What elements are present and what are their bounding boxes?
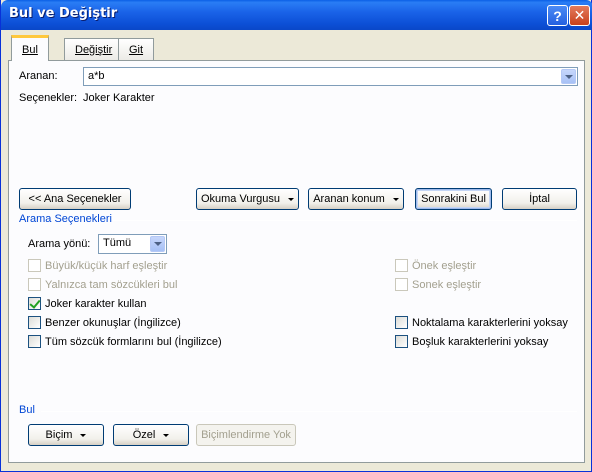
- find-in-button[interactable]: Aranan konum: [308, 188, 404, 210]
- match-case-checkbox[interactable]: [28, 259, 41, 272]
- ignore-whitespace-checkbox[interactable]: [395, 335, 408, 348]
- find-in-label: Aranan konum: [313, 193, 385, 205]
- dropdown-arrow-icon: [80, 433, 87, 437]
- options-value: Joker Karakter: [83, 92, 155, 104]
- tab-replace[interactable]: Değiştir: [64, 38, 124, 60]
- search-direction-label: Arama yönü:: [28, 238, 91, 250]
- find-section-title: Bul: [19, 404, 35, 416]
- match-suffix-checkbox[interactable]: [395, 278, 408, 291]
- use-wildcards-checkbox[interactable]: [28, 297, 41, 310]
- close-button[interactable]: ✕: [569, 5, 590, 26]
- search-options-separator: [113, 220, 577, 221]
- reading-highlight-label: Okuma Vurgusu: [200, 193, 281, 205]
- format-button[interactable]: Biçim: [28, 424, 104, 446]
- find-what-value: a*b: [88, 70, 105, 82]
- use-wildcards-label: Joker karakter kullan: [45, 298, 147, 310]
- special-label: Özel: [132, 429, 156, 441]
- no-formatting-label: Biçimlendirme Yok: [201, 429, 291, 441]
- dropdown-arrow-icon: [392, 197, 399, 201]
- tab-goto-label: Git: [129, 43, 144, 56]
- tab-replace-label: Değiştir: [75, 43, 113, 56]
- chevron-down-icon: [564, 74, 573, 79]
- ignore-whitespace-label: Boşluk karakterlerini yoksay: [412, 336, 549, 348]
- find-next-label: Sonrakini Bul: [421, 193, 486, 205]
- tab-goto[interactable]: Git: [118, 38, 155, 60]
- reading-highlight-button[interactable]: Okuma Vurgusu: [196, 188, 299, 210]
- help-icon: ?: [553, 7, 562, 24]
- find-next-button[interactable]: Sonrakini Bul: [415, 188, 492, 210]
- whole-words-checkbox[interactable]: [28, 278, 41, 291]
- options-label: Seçenekler:: [19, 92, 78, 104]
- ignore-punctuation-checkbox[interactable]: [395, 316, 408, 329]
- find-section-separator: [41, 411, 577, 412]
- format-label: Biçim: [45, 429, 73, 441]
- all-word-forms-label: Tüm sözcük formlarını bul (İngilizce): [45, 336, 222, 348]
- window-title: Bul ve Değiştir: [9, 6, 118, 21]
- search-direction-value: Tümü: [103, 237, 132, 249]
- match-case-label: Büyük/küçük harf eşleştir: [45, 260, 168, 272]
- sounds-like-checkbox[interactable]: [28, 316, 41, 329]
- match-prefix-label: Önek eşleştir: [412, 260, 477, 272]
- find-replace-dialog: Bul ve Değiştir ? ✕ Bul Değiştir Git Ara…: [0, 0, 592, 472]
- less-options-label: << Ana Seçenekler: [28, 193, 122, 205]
- find-what-label: Aranan:: [19, 70, 58, 82]
- search-options-title: Arama Seçenekleri: [19, 213, 112, 225]
- match-prefix-checkbox[interactable]: [395, 259, 408, 272]
- ignore-punctuation-label: Noktalama karakterlerini yoksay: [412, 317, 568, 329]
- sounds-like-label: Benzer okunuşlar (İngilizce): [45, 317, 181, 329]
- find-what-dropdown-button[interactable]: [561, 69, 576, 84]
- all-word-forms-checkbox[interactable]: [28, 335, 41, 348]
- dropdown-arrow-icon: [163, 433, 170, 437]
- chevron-down-icon: [153, 242, 162, 246]
- close-icon: ✕: [573, 7, 586, 23]
- no-formatting-button[interactable]: Biçimlendirme Yok: [196, 424, 296, 446]
- search-direction-dropdown-button[interactable]: [150, 236, 165, 252]
- dropdown-arrow-icon: [288, 197, 295, 201]
- whole-words-label: Yalnızca tam sözcükleri bul: [45, 279, 178, 291]
- tab-find-label: Bul: [22, 43, 38, 56]
- title-bar[interactable]: Bul ve Değiştir ? ✕: [1, 0, 592, 30]
- match-suffix-label: Sonek eşleştir: [412, 279, 482, 291]
- less-options-button[interactable]: << Ana Seçenekler: [19, 188, 131, 210]
- special-button[interactable]: Özel: [113, 424, 189, 446]
- cancel-button[interactable]: İptal: [502, 188, 577, 210]
- find-what-combobox[interactable]: a*b: [83, 67, 578, 86]
- help-button[interactable]: ?: [547, 5, 568, 26]
- tab-find[interactable]: Bul: [11, 35, 49, 61]
- search-direction-select[interactable]: Tümü: [98, 234, 167, 254]
- cancel-label: İptal: [529, 193, 550, 205]
